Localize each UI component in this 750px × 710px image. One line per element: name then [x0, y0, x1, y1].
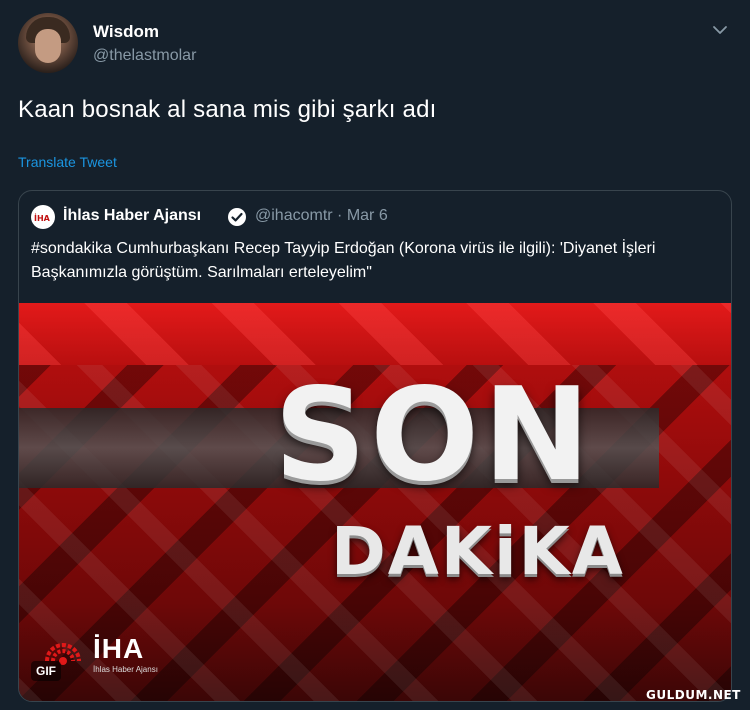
svg-text:İHA: İHA	[34, 213, 51, 223]
avatar-face	[35, 29, 61, 63]
gif-badge: GIF	[31, 661, 61, 681]
quoted-tweet-text: #sondakika Cumhurbaşkanı Recep Tayyip Er…	[31, 240, 656, 281]
quoted-author-name[interactable]: İhlas Haber Ajansı	[63, 207, 201, 225]
headline-top: SON	[274, 361, 595, 510]
quoted-handle[interactable]: @ihacomtr	[255, 207, 333, 224]
iha-logo-subtext: İhlas Haber Ajansı	[93, 665, 158, 674]
media-background-band	[19, 303, 731, 365]
verified-badge-icon	[227, 207, 247, 227]
iha-mini-logo-icon: İHA	[34, 213, 51, 223]
quoted-tweet[interactable]: İHA İhlas Haber Ajansı @ihacomtr · Mar 6…	[18, 190, 732, 702]
gif-media[interactable]: SON DAKiKA İHA İhlas Haber Ajansı GIF	[19, 303, 731, 701]
quoted-date[interactable]: Mar 6	[347, 207, 388, 224]
iha-logo-text: İHA	[93, 633, 145, 664]
translate-tweet-link[interactable]: Translate Tweet	[18, 154, 117, 170]
author-handle[interactable]: @thelastmolar	[93, 47, 196, 65]
headline-bottom: DAKiKA	[331, 513, 625, 590]
site-watermark: GULDUM.NET	[646, 688, 741, 702]
quoted-avatar[interactable]: İHA	[31, 205, 55, 229]
chevron-down-icon[interactable]	[708, 20, 732, 40]
tweet[interactable]: Wisdom @thelastmolar Kaan bosnak al sana…	[0, 0, 750, 710]
tweet-text: Kaan bosnak al sana mis gibi şarkı adı	[18, 96, 437, 123]
quoted-handle-date[interactable]: @ihacomtr · Mar 6	[255, 207, 388, 225]
author-name[interactable]: Wisdom	[93, 22, 159, 42]
avatar[interactable]	[18, 13, 78, 73]
separator-dot: ·	[337, 207, 343, 224]
